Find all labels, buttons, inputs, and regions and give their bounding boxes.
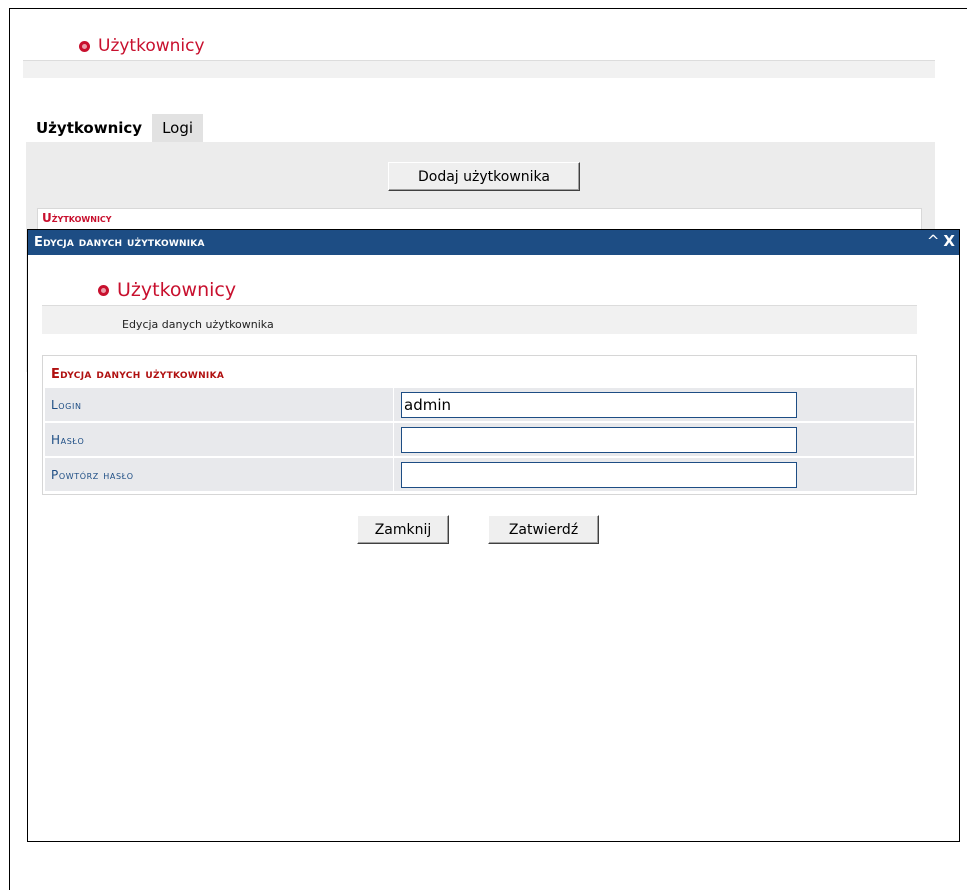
users-table-caption: Użytkownicy: [42, 211, 112, 225]
dialog-titlebar[interactable]: Edycja danych użytkownika ^ X: [28, 230, 959, 255]
dialog-header-title: Użytkownicy: [98, 279, 236, 301]
dialog-controls: ^ X: [927, 232, 955, 250]
dialog-subtitle: Edycja danych użytkownika: [122, 318, 274, 331]
tab-users[interactable]: Użytkownicy: [26, 114, 153, 142]
tab-logs[interactable]: Logi: [152, 114, 204, 142]
password-label: Hasło: [51, 433, 85, 447]
form-column-divider: [393, 458, 394, 492]
bullet-icon: [79, 40, 90, 52]
form-column-divider: [393, 423, 394, 457]
dialog-header-title-text: Użytkownicy: [117, 279, 237, 301]
page-header: Użytkownicy: [23, 30, 935, 78]
repeat-password-label: Powtórz hasło: [51, 468, 134, 482]
repeat-password-input[interactable]: [401, 462, 797, 488]
close-button[interactable]: Zamknij: [357, 515, 449, 544]
edit-user-form: Edycja danych użytkownika Login Hasło Po…: [42, 355, 917, 495]
form-caption: Edycja danych użytkownika: [51, 367, 225, 382]
close-icon[interactable]: X: [943, 232, 955, 250]
login-label: Login: [51, 398, 82, 412]
form-column-divider: [393, 388, 394, 422]
tab-bar: Użytkownicy Logi: [26, 114, 204, 142]
page-title: Użytkownicy: [79, 36, 205, 56]
edit-user-dialog: Edycja danych użytkownika ^ X Użytkownic…: [27, 229, 960, 842]
form-row-login: Login: [45, 387, 914, 422]
form-row-password: Hasło: [45, 422, 914, 457]
add-user-button[interactable]: Dodaj użytkownika: [388, 162, 580, 191]
login-input[interactable]: [401, 392, 797, 418]
dialog-header: Użytkownicy Edycja danych użytkownika: [42, 277, 917, 339]
dialog-title: Edycja danych użytkownika: [34, 235, 205, 250]
password-input[interactable]: [401, 427, 797, 453]
bullet-icon: [98, 284, 109, 296]
form-row-repeat-password: Powtórz hasło: [45, 457, 914, 492]
confirm-button[interactable]: Zatwierdź: [488, 515, 599, 544]
minimize-icon[interactable]: ^: [927, 232, 940, 250]
header-band: [23, 61, 935, 78]
page-title-text: Użytkownicy: [98, 36, 205, 56]
